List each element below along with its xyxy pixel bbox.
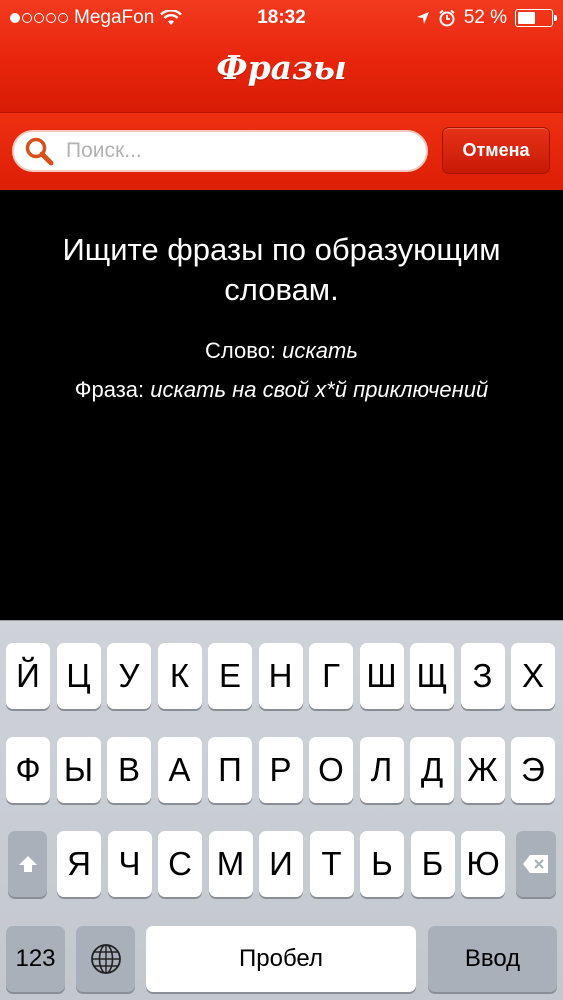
key-О[interactable]: О xyxy=(309,737,353,803)
key-Н[interactable]: Н xyxy=(258,643,303,709)
battery-percent: 52 % xyxy=(463,7,507,28)
search-placeholder: Поиск... xyxy=(66,139,142,162)
key-Й[interactable]: Й xyxy=(6,643,50,709)
shift-key[interactable] xyxy=(8,831,47,897)
key-М[interactable]: М xyxy=(208,831,253,897)
key-Д[interactable]: Д xyxy=(410,737,454,803)
key-В[interactable]: В xyxy=(107,737,151,803)
page-title: Фразы xyxy=(216,48,347,87)
delete-key[interactable] xyxy=(516,831,556,897)
word-example-line: Слово: искать xyxy=(0,338,563,364)
key-Я[interactable]: Я xyxy=(57,831,101,897)
backspace-icon xyxy=(523,855,548,873)
key-Ф[interactable]: Ф xyxy=(6,737,50,803)
return-key[interactable]: Ввод xyxy=(428,926,557,992)
key-Х[interactable]: Х xyxy=(511,643,555,709)
search-input[interactable]: Поиск... xyxy=(12,130,428,172)
globe-icon xyxy=(90,944,121,974)
key-С[interactable]: С xyxy=(158,831,202,897)
key-Л[interactable]: Л xyxy=(359,737,404,803)
status-bar: MegaFon 18:32 52 % xyxy=(0,0,563,36)
key-Ш[interactable]: Ш xyxy=(359,643,404,709)
phrase-label: Фраза: xyxy=(74,377,145,402)
search-bar: Поиск... Отмена xyxy=(0,112,563,190)
battery-icon xyxy=(515,9,557,27)
phrase-example: искать на свой х*й приключений xyxy=(150,377,489,402)
numbers-key[interactable]: 123 xyxy=(6,926,65,992)
key-Ю[interactable]: Ю xyxy=(461,831,505,897)
cancel-button[interactable]: Отмена xyxy=(442,127,550,174)
alarm-icon xyxy=(439,9,455,27)
key-Е[interactable]: Е xyxy=(208,643,252,709)
word-label: Слово: xyxy=(205,338,277,363)
search-hint: Ищите фразы по образующим словам. Слово:… xyxy=(0,190,563,620)
keyboard: 123 Пробел Ввод ЙЦУКЕНГШЩЗХ ФЫВАПРОЛДЖЭ ЯЧ… xyxy=(0,620,563,1000)
key-Э[interactable]: Э xyxy=(511,737,555,803)
search-icon xyxy=(25,137,54,166)
shift-icon xyxy=(18,856,37,872)
key-Ы[interactable]: Ы xyxy=(56,737,101,803)
location-arrow-icon xyxy=(416,12,429,24)
word-example: искать xyxy=(282,338,358,363)
hint-headline: Ищите фразы по образующим словам. xyxy=(62,232,501,307)
phrase-example-line: Фраза: искать на свой х*й приключений xyxy=(0,377,563,403)
key-Г[interactable]: Г xyxy=(309,643,353,709)
key-Щ[interactable]: Щ xyxy=(410,643,454,709)
key-Ь[interactable]: Ь xyxy=(360,831,404,897)
key-Ц[interactable]: Ц xyxy=(56,643,101,709)
key-Ч[interactable]: Ч xyxy=(107,831,152,897)
key-Т[interactable]: Т xyxy=(309,831,354,897)
key-П[interactable]: П xyxy=(208,737,252,803)
key-Ж[interactable]: Ж xyxy=(460,737,505,803)
key-К[interactable]: К xyxy=(157,643,202,709)
key-У[interactable]: У xyxy=(107,643,151,709)
globe-key[interactable] xyxy=(76,926,135,992)
key-З[interactable]: З xyxy=(460,643,505,709)
space-key[interactable]: Пробел xyxy=(146,926,416,992)
key-Б[interactable]: Б xyxy=(410,831,455,897)
top-bar: MegaFon 18:32 52 % Фразы xyxy=(0,0,563,112)
key-А[interactable]: А xyxy=(157,737,202,803)
key-Р[interactable]: Р xyxy=(258,737,303,803)
key-И[interactable]: И xyxy=(259,831,303,897)
